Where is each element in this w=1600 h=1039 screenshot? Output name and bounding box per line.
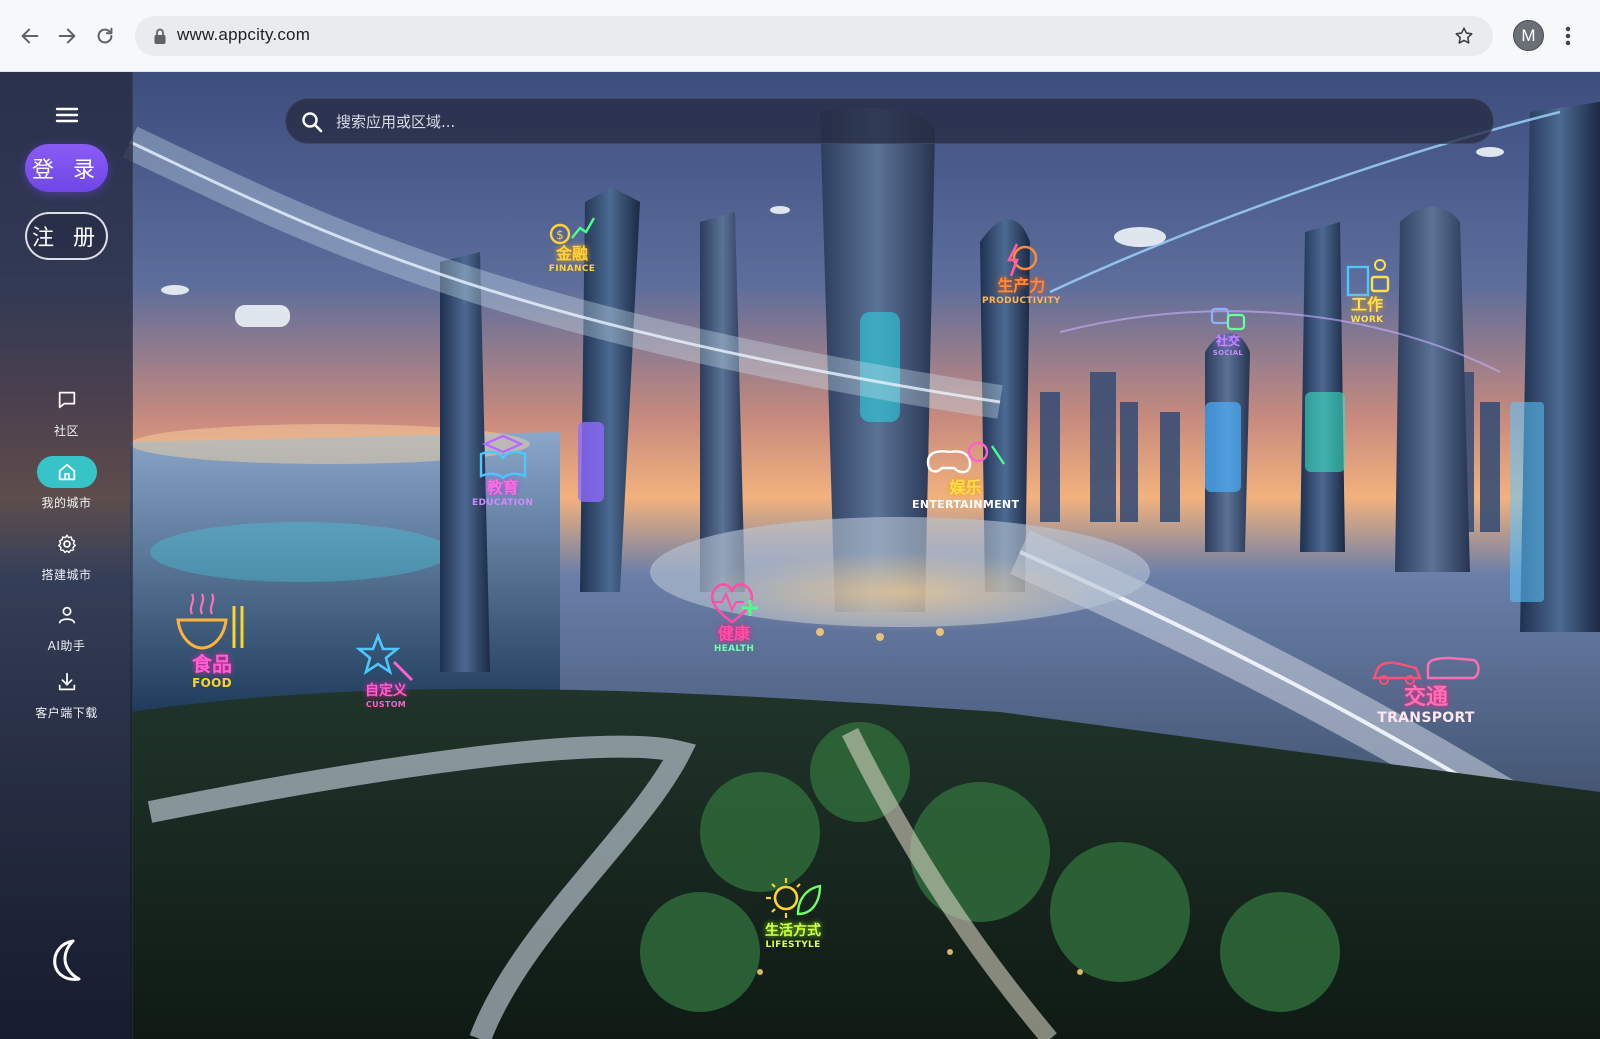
district-entertainment[interactable]: 娱乐 ENTERTAINMENT [912,440,1019,511]
sidebar: 登 录 注 册 社区 我的城市 搭建城市 AI助手 客户端下载 [0,72,133,1039]
sidebar-item-label: 我的城市 [41,496,92,510]
hamburger-menu-icon[interactable] [54,102,80,128]
login-button[interactable]: 登 录 [25,144,108,192]
browser-toolbar: www.appcity.com M [0,0,1600,72]
sidebar-item-build-city[interactable]: 搭建城市 [0,528,133,590]
office-building-icon [1346,259,1390,297]
game-controller-film-icon [926,441,1005,474]
noodle-bowl-icon [176,593,244,650]
district-finance[interactable]: $ 金融 FINANCE [548,212,596,274]
sidebar-item-label: 搭建城市 [41,568,92,582]
district-custom[interactable]: 自定义 CUSTOM [356,632,416,709]
district-education[interactable]: 教育 EDUCATION [472,432,533,508]
profile-avatar[interactable]: M [1513,20,1544,51]
forward-arrow-icon[interactable] [53,22,81,50]
district-health[interactable]: 健康 HEALTH [706,580,762,654]
search-input[interactable] [336,107,1476,137]
home-icon [58,463,75,481]
district-productivity[interactable]: 生产力 PRODUCTIVITY [982,242,1061,306]
reload-icon[interactable] [91,22,119,50]
gear-icon [57,534,76,554]
district-work[interactable]: 工作 WORK [1342,257,1392,325]
search-icon [302,112,323,133]
sun-leaf-icon [766,878,822,918]
app-viewport: $ 金融 FINANCE 生产力 PRODUCTIVITY 工作 WORK 社交… [0,72,1600,1039]
heart-pulse-icon [710,583,758,624]
district-lifestyle[interactable]: 生活方式 LIFESTYLE [764,874,822,950]
search-bar[interactable] [285,98,1494,144]
district-transport[interactable]: 交通 TRANSPORT [1370,654,1482,726]
lock-icon [154,28,166,44]
kebab-menu-icon[interactable] [1558,22,1578,50]
sidebar-item-label: AI助手 [47,639,86,653]
car-train-icon [1372,656,1480,685]
sidebar-item-my-city[interactable]: 我的城市 [0,456,133,518]
download-icon [58,672,75,691]
back-arrow-icon[interactable] [16,22,44,50]
svg-text:$: $ [556,228,564,242]
moon-icon[interactable] [43,937,89,983]
register-button[interactable]: 注 册 [25,212,108,260]
address-bar[interactable]: www.appcity.com [135,16,1493,56]
star-wand-icon [356,632,414,682]
lightning-gear-icon [1007,243,1038,277]
chat-bubble-icon [58,391,75,409]
sidebar-item-community[interactable]: 社区 [0,384,133,446]
star-icon[interactable] [1453,25,1475,47]
coins-chart-icon: $ [549,217,596,245]
book-graduation-icon [479,434,526,480]
person-icon [58,606,75,624]
district-food[interactable]: 食品 FOOD [172,592,252,690]
social-chat-icon [1210,307,1246,331]
sidebar-item-ai-assistant[interactable]: AI助手 [0,599,133,661]
sidebar-item-label: 客户端下载 [35,706,98,720]
sidebar-item-label: 社区 [53,424,79,438]
url-text: www.appcity.com [177,25,311,44]
sidebar-item-client-download[interactable]: 客户端下载 [0,666,133,728]
district-social[interactable]: 社交 SOCIAL [1208,305,1248,357]
